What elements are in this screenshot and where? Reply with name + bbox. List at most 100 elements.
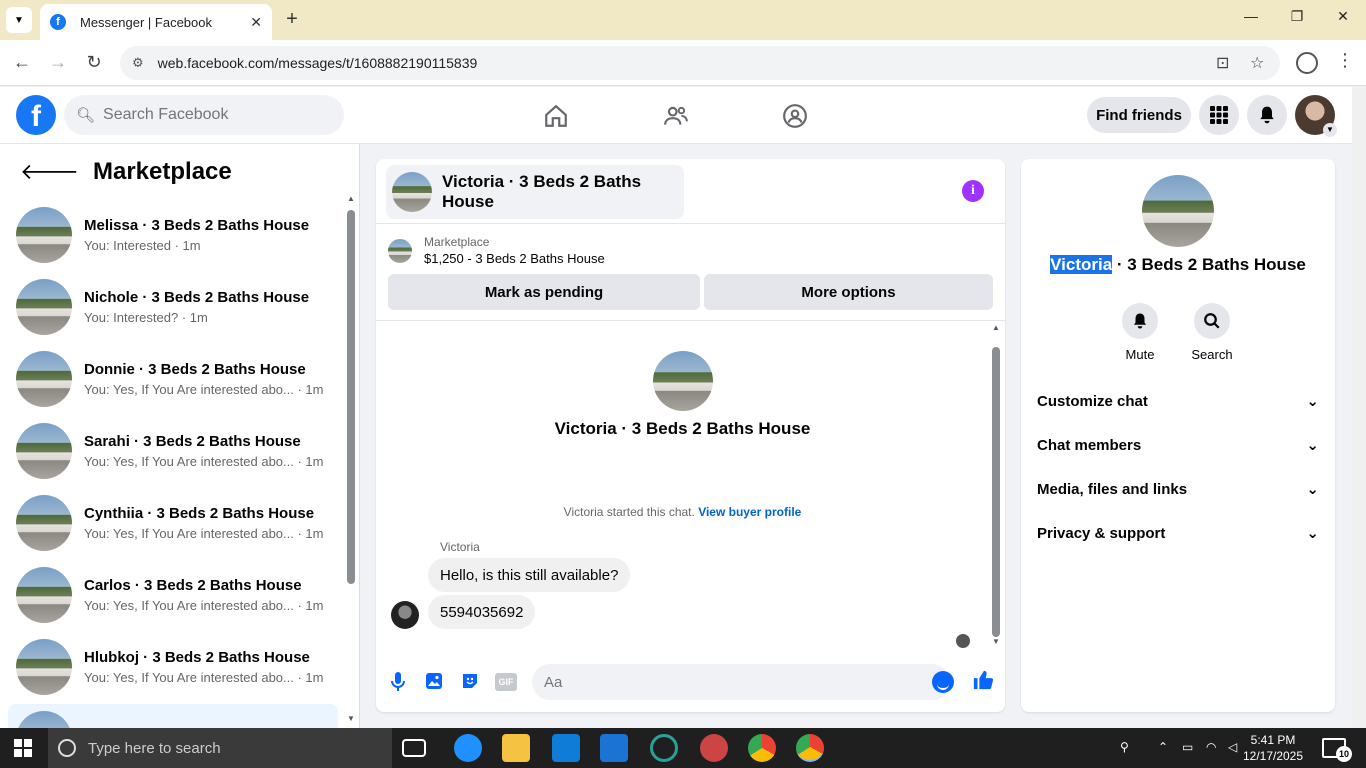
file-explorer-icon[interactable] <box>502 734 530 762</box>
browser-profile-icon[interactable] <box>1296 52 1318 74</box>
chevron-down-icon: ⌄ <box>1306 437 1319 454</box>
chat-header[interactable]: Victoria · 3 Beds 2 Baths House <box>386 165 684 219</box>
chat-scrollbar[interactable]: ▲ ▼ <box>990 323 1002 649</box>
seen-indicator-avatar <box>956 634 970 648</box>
install-app-icon[interactable]: ⊡ <box>1216 53 1229 73</box>
friends-icon[interactable] <box>659 99 693 133</box>
minimize-button[interactable]: — <box>1228 8 1274 24</box>
view-buyer-profile-link[interactable]: View buyer profile <box>698 505 801 519</box>
battery-icon[interactable]: ▭ <box>1182 740 1193 754</box>
windows-start-icon[interactable] <box>14 739 32 757</box>
app-icon[interactable] <box>650 734 678 762</box>
chat-scrollbar-thumb[interactable] <box>992 347 1000 637</box>
list-scrollbar-thumb[interactable] <box>347 210 355 584</box>
bookmark-star-icon[interactable]: ☆ <box>1250 53 1264 73</box>
chat-thumbnail <box>392 172 432 212</box>
microsoft-store-icon[interactable] <box>552 734 580 762</box>
emoji-icon[interactable] <box>932 671 954 693</box>
message-bubble[interactable]: 5594035692 <box>428 595 536 629</box>
facebook-search-input[interactable] <box>103 106 324 124</box>
conversation-item[interactable]: Victoria · 3 Beds 2 Baths House <box>8 704 338 728</box>
taskbar-search-box[interactable]: Type here to search <box>48 728 392 768</box>
mail-icon[interactable] <box>600 734 628 762</box>
back-arrow-icon[interactable]: 🡐 <box>20 159 79 185</box>
wifi-icon[interactable]: ◠ <box>1206 740 1216 754</box>
chrome-active-icon[interactable] <box>796 734 824 762</box>
search-icon <box>1194 303 1230 339</box>
conversation-item[interactable]: Sarahi · 3 Beds 2 Baths House You: Yes, I… <box>8 416 338 486</box>
home-icon[interactable] <box>539 99 573 133</box>
sender-avatar[interactable] <box>391 601 419 629</box>
listing-title: $1,250 - 3 Beds 2 Baths House <box>424 251 605 266</box>
chevron-up-icon[interactable]: ⌃ <box>1158 740 1168 754</box>
facebook-search[interactable]: 🔍︎ <box>64 95 344 135</box>
forward-button[interactable]: → <box>46 52 70 73</box>
conversation-item[interactable]: Nichole · 3 Beds 2 Baths House You: Inter… <box>8 272 338 342</box>
list-scrollbar[interactable]: ▲ ▼ <box>345 194 357 728</box>
scroll-down-arrow-icon[interactable]: ▼ <box>347 714 355 723</box>
conversation-thumbnail <box>16 351 72 407</box>
account-avatar[interactable]: ▼ <box>1295 95 1337 137</box>
profile-thumbnail[interactable] <box>1142 175 1214 247</box>
conversation-item[interactable]: Carlos · 3 Beds 2 Baths House You: Yes, I… <box>8 560 338 630</box>
message-bubble[interactable]: Hello, is this still available? <box>428 558 631 592</box>
conversation-item[interactable]: Hlubkoj · 3 Beds 2 Baths House You: Yes, … <box>8 632 338 702</box>
taskbar-clock[interactable]: 5:41 PM 12/17/2025 <box>1236 732 1310 764</box>
reload-button[interactable]: ↻ <box>82 52 106 73</box>
notifications-bell-icon[interactable] <box>1247 95 1287 135</box>
section-label: Media, files and links <box>1037 480 1188 498</box>
chevron-down-icon: ▼ <box>14 14 24 26</box>
info-icon[interactable]: i <box>962 180 984 202</box>
thumbs-up-icon[interactable] <box>972 669 994 691</box>
facebook-logo[interactable]: f <box>16 95 56 135</box>
more-options-button[interactable]: More options <box>704 274 993 310</box>
sticker-icon[interactable] <box>459 671 481 693</box>
menu-grid-icon[interactable] <box>1199 95 1239 135</box>
close-tab-icon[interactable]: ✕ <box>250 14 262 31</box>
close-window-button[interactable]: ✕ <box>1320 8 1366 25</box>
scroll-up-arrow-icon[interactable]: ▲ <box>992 323 1000 332</box>
page-scrollbar[interactable] <box>1352 87 1366 728</box>
conversation-item[interactable]: Cynthiia · 3 Beds 2 Baths House You: Yes,… <box>8 488 338 558</box>
search-icon <box>58 739 76 757</box>
scroll-up-arrow-icon[interactable]: ▲ <box>347 194 355 203</box>
privacy-support-section[interactable]: Privacy & support ⌄ <box>1037 513 1319 553</box>
chat-members-section[interactable]: Chat members ⌄ <box>1037 425 1319 465</box>
microphone-icon[interactable] <box>387 671 409 693</box>
chrome-icon[interactable] <box>748 734 776 762</box>
app-icon[interactable] <box>700 734 728 762</box>
people-icon[interactable]: ⚲ <box>1120 740 1129 754</box>
list-header: 🡐 Marketplace <box>0 144 359 200</box>
browser-tab[interactable]: f Messenger | Facebook ✕ <box>40 4 272 40</box>
taskbar-search-placeholder: Type here to search <box>88 739 221 757</box>
groups-icon[interactable] <box>778 99 812 133</box>
browser-menu-icon[interactable]: ⋮ <box>1336 50 1354 71</box>
mute-button[interactable]: Mute <box>1110 303 1170 362</box>
site-info-icon[interactable]: ⚙ <box>132 55 144 71</box>
conversation-name: Nichole · 3 Beds 2 Baths House <box>84 289 310 306</box>
message-input[interactable] <box>544 673 904 691</box>
conversation-text: Hlubkoj · 3 Beds 2 Baths House You: Yes, … <box>84 649 323 685</box>
search-conversation-button[interactable]: Search <box>1182 303 1242 362</box>
media-files-links-section[interactable]: Media, files and links ⌄ <box>1037 469 1319 509</box>
edge-browser-icon[interactable] <box>454 734 482 762</box>
conversation-item[interactable]: Melissa · 3 Beds 2 Baths House You: Inter… <box>8 200 338 270</box>
gif-icon[interactable]: GIF <box>495 673 517 691</box>
mark-as-pending-button[interactable]: Mark as pending <box>388 274 700 310</box>
tab-search-button[interactable]: ▼ <box>6 7 32 33</box>
notification-center-icon[interactable]: 10 <box>1322 738 1352 762</box>
photo-icon[interactable] <box>423 671 445 693</box>
scroll-down-arrow-icon[interactable]: ▼ <box>992 637 1000 646</box>
message-input-wrapper[interactable] <box>532 664 950 700</box>
conversation-preview: You: Interested · 1m <box>84 238 201 253</box>
new-tab-button[interactable]: + <box>282 8 302 31</box>
marketplace-label: Marketplace <box>424 235 490 249</box>
customize-chat-section[interactable]: Customize chat ⌄ <box>1037 381 1319 421</box>
conversation-item[interactable]: Donnie · 3 Beds 2 Baths House You: Yes, I… <box>8 344 338 414</box>
back-button[interactable]: ← <box>10 52 34 73</box>
restore-button[interactable]: ❐ <box>1274 8 1320 25</box>
find-friends-button[interactable]: Find friends <box>1087 97 1191 133</box>
listing-summary[interactable]: Marketplace $1,250 - 3 Beds 2 Baths Hous… <box>388 235 605 266</box>
address-bar[interactable]: ⚙ web.facebook.com/messages/t/1608882190… <box>120 46 1280 80</box>
task-view-icon[interactable] <box>402 739 426 757</box>
